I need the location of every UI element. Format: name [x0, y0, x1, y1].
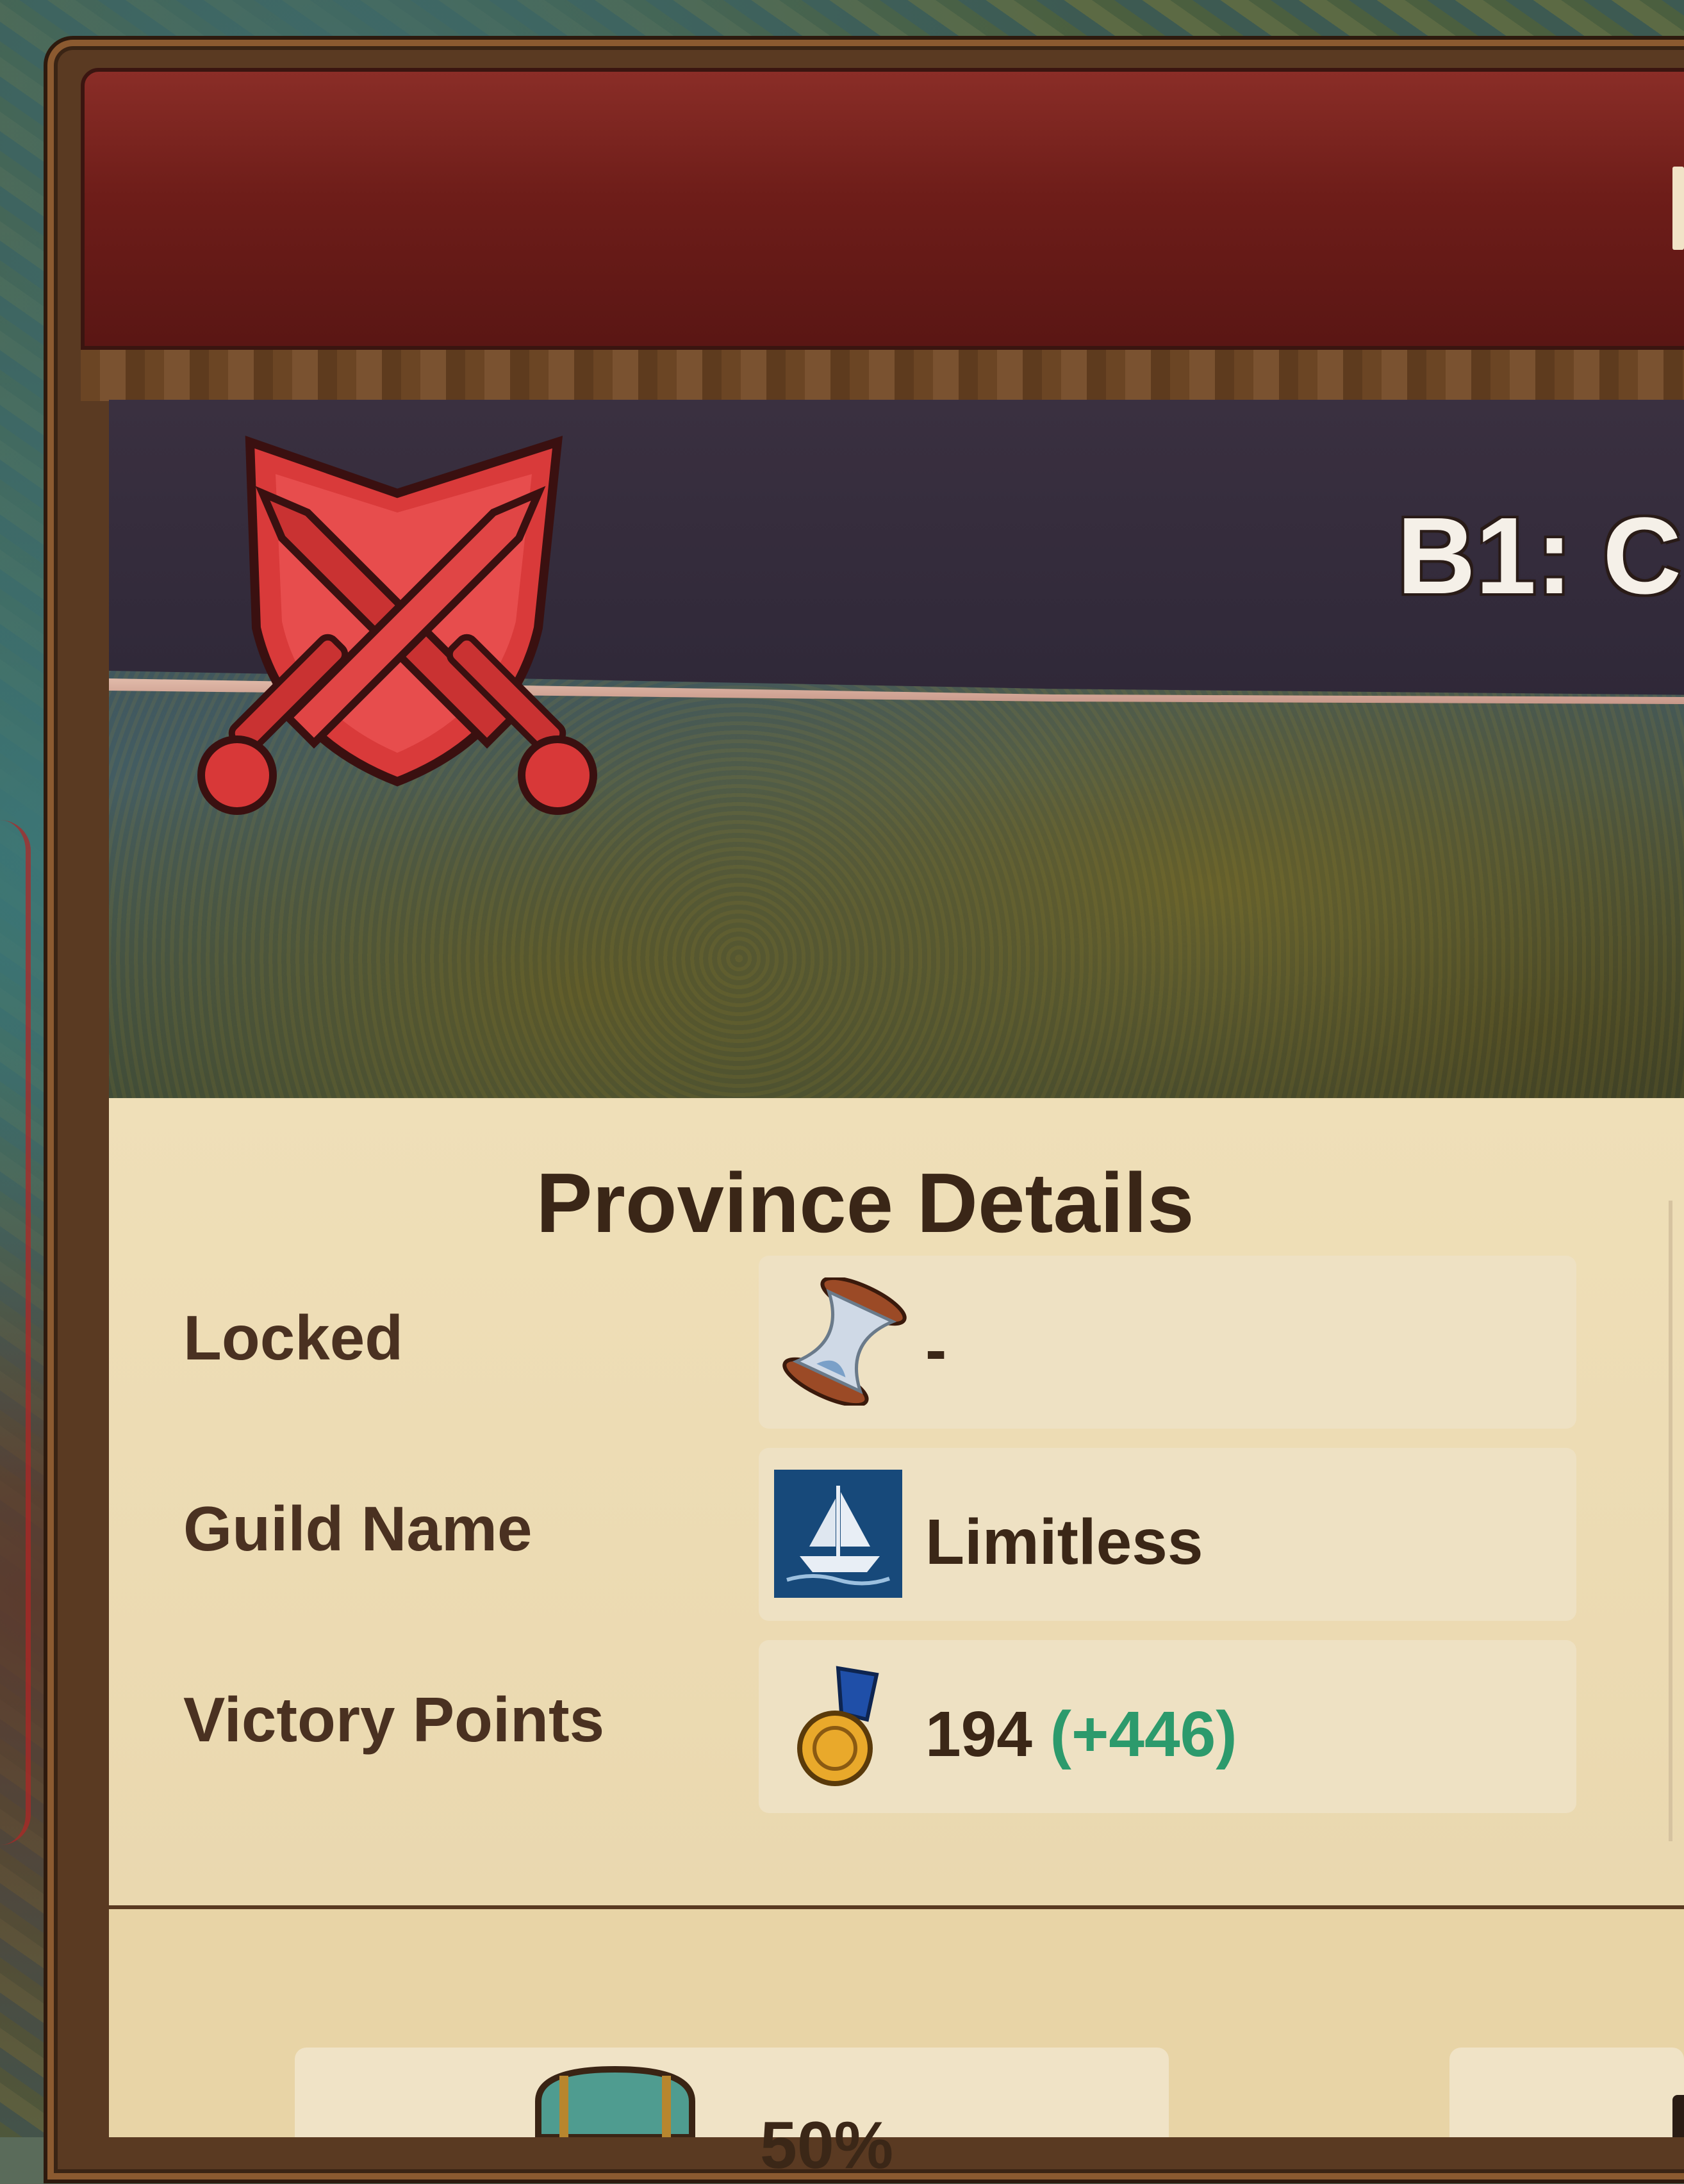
locked-label: Locked [183, 1302, 404, 1373]
province-details-panel: Province Details Locked - Guild Name Lim… [109, 1098, 1684, 1905]
guild-name-value-box: Limitless [759, 1448, 1576, 1621]
map-border-line [0, 820, 31, 1845]
window-header [81, 68, 1684, 350]
treasure-chest-icon [535, 2065, 695, 2137]
guild-name-label: Guild Name [183, 1493, 532, 1564]
guild-name-value[interactable]: Limitless [925, 1506, 1203, 1579]
wood-trim [81, 350, 1684, 401]
hourglass-icon [782, 1277, 907, 1406]
details-heading: Province Details [536, 1156, 1194, 1250]
right-edge-element [1672, 2095, 1684, 2137]
province-title: B1: C [1397, 495, 1681, 617]
victory-points-label: Victory Points [183, 1684, 605, 1755]
victory-points-value-box: 194 (+446) [759, 1640, 1576, 1813]
reward-percent: 50% [760, 2108, 894, 2183]
victory-points-number: 194 [925, 1698, 1032, 1770]
victory-medal-icon [797, 1666, 879, 1786]
locked-value-box: - [759, 1256, 1576, 1429]
crossed-swords-shield-icon [197, 436, 597, 815]
reward-card-right [1449, 2048, 1684, 2137]
panel-divider [1669, 1201, 1672, 1841]
victory-points-gain: (+446) [1050, 1698, 1237, 1770]
reward-card-left [295, 2048, 1169, 2137]
header-title-fragment [1672, 167, 1684, 250]
victory-points-value: 194 (+446) [925, 1698, 1237, 1771]
guild-ship-emblem-icon[interactable] [774, 1470, 902, 1598]
locked-value: - [925, 1314, 947, 1386]
